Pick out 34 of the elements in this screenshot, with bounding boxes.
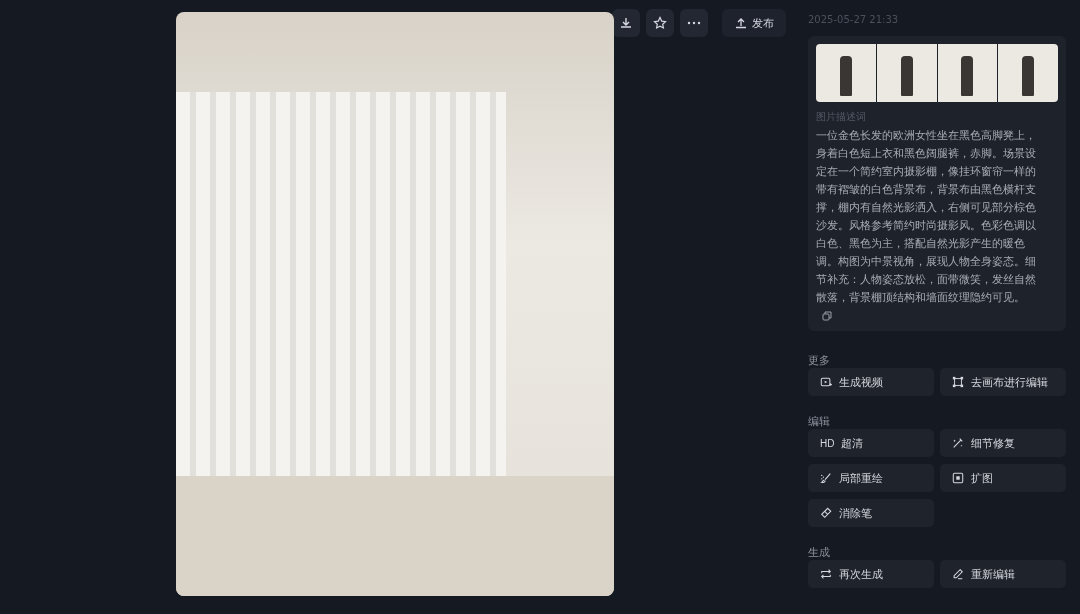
brush-icon [820,472,832,484]
section-title: 生成 [808,545,831,560]
expand-icon [952,472,964,484]
action-button[interactable]: HD 超清 [808,429,934,457]
action-button[interactable]: 消除笔 [808,499,934,527]
thumbnail-placeholder[interactable] [937,44,998,102]
magic-wand-icon [952,437,964,449]
copy-icon[interactable] [822,311,832,321]
favorite-button[interactable] [646,9,674,37]
action-button[interactable]: 去画布进行编辑 [940,368,1066,396]
upload-icon [734,17,747,29]
more-icon [687,21,701,25]
action-button[interactable]: 重新编辑 [940,560,1066,588]
repeat-icon [820,568,832,580]
action-button[interactable]: 再次生成 [808,560,934,588]
action-button[interactable]: 扩图 [940,464,1066,492]
thumbnail-placeholder[interactable] [998,44,1058,102]
star-icon [653,16,667,30]
download-button[interactable] [612,9,640,37]
download-icon [619,16,633,30]
pencil-icon [952,568,964,580]
section-title: 更多 [808,353,831,368]
action-button[interactable]: 生成视频 [808,368,934,396]
eraser-icon [820,507,832,519]
action-button[interactable]: 细节修复 [940,429,1066,457]
action-button[interactable]: 局部重绘 [808,464,934,492]
canvas-icon [952,376,964,388]
thumbnail-placeholder[interactable] [816,44,876,102]
section-title: 编辑 [808,414,831,429]
description-text: 一位金色长发的欧洲女性坐在黑色高脚凳上，身着白色短上衣和黑色阔腿裤，赤脚。场景设定在一个简约室内摄影棚，像挂环窗帘一样的带有褶皱的白色背景布，背景布由黑色横杆支撑，棚内有自然光影洒入，右侧可见部分棕色沙发。风格参考简约时尚摄影风。色彩色调以白色、黑色为主，搭配自然光影产生的暖色调。构图为中景视角，展现人物全身姿态。细节补充：人物姿态放松，面带微笑，发丝自然散落，背景棚顶结构和墙面纹理隐约可见。 [816,128,1037,306]
publish-button[interactable]: 发布 [722,9,786,37]
video-icon [820,376,832,388]
timestamp: 2025-05-27 21:33 [808,14,900,27]
thumbnail-placeholder[interactable] [876,44,937,102]
